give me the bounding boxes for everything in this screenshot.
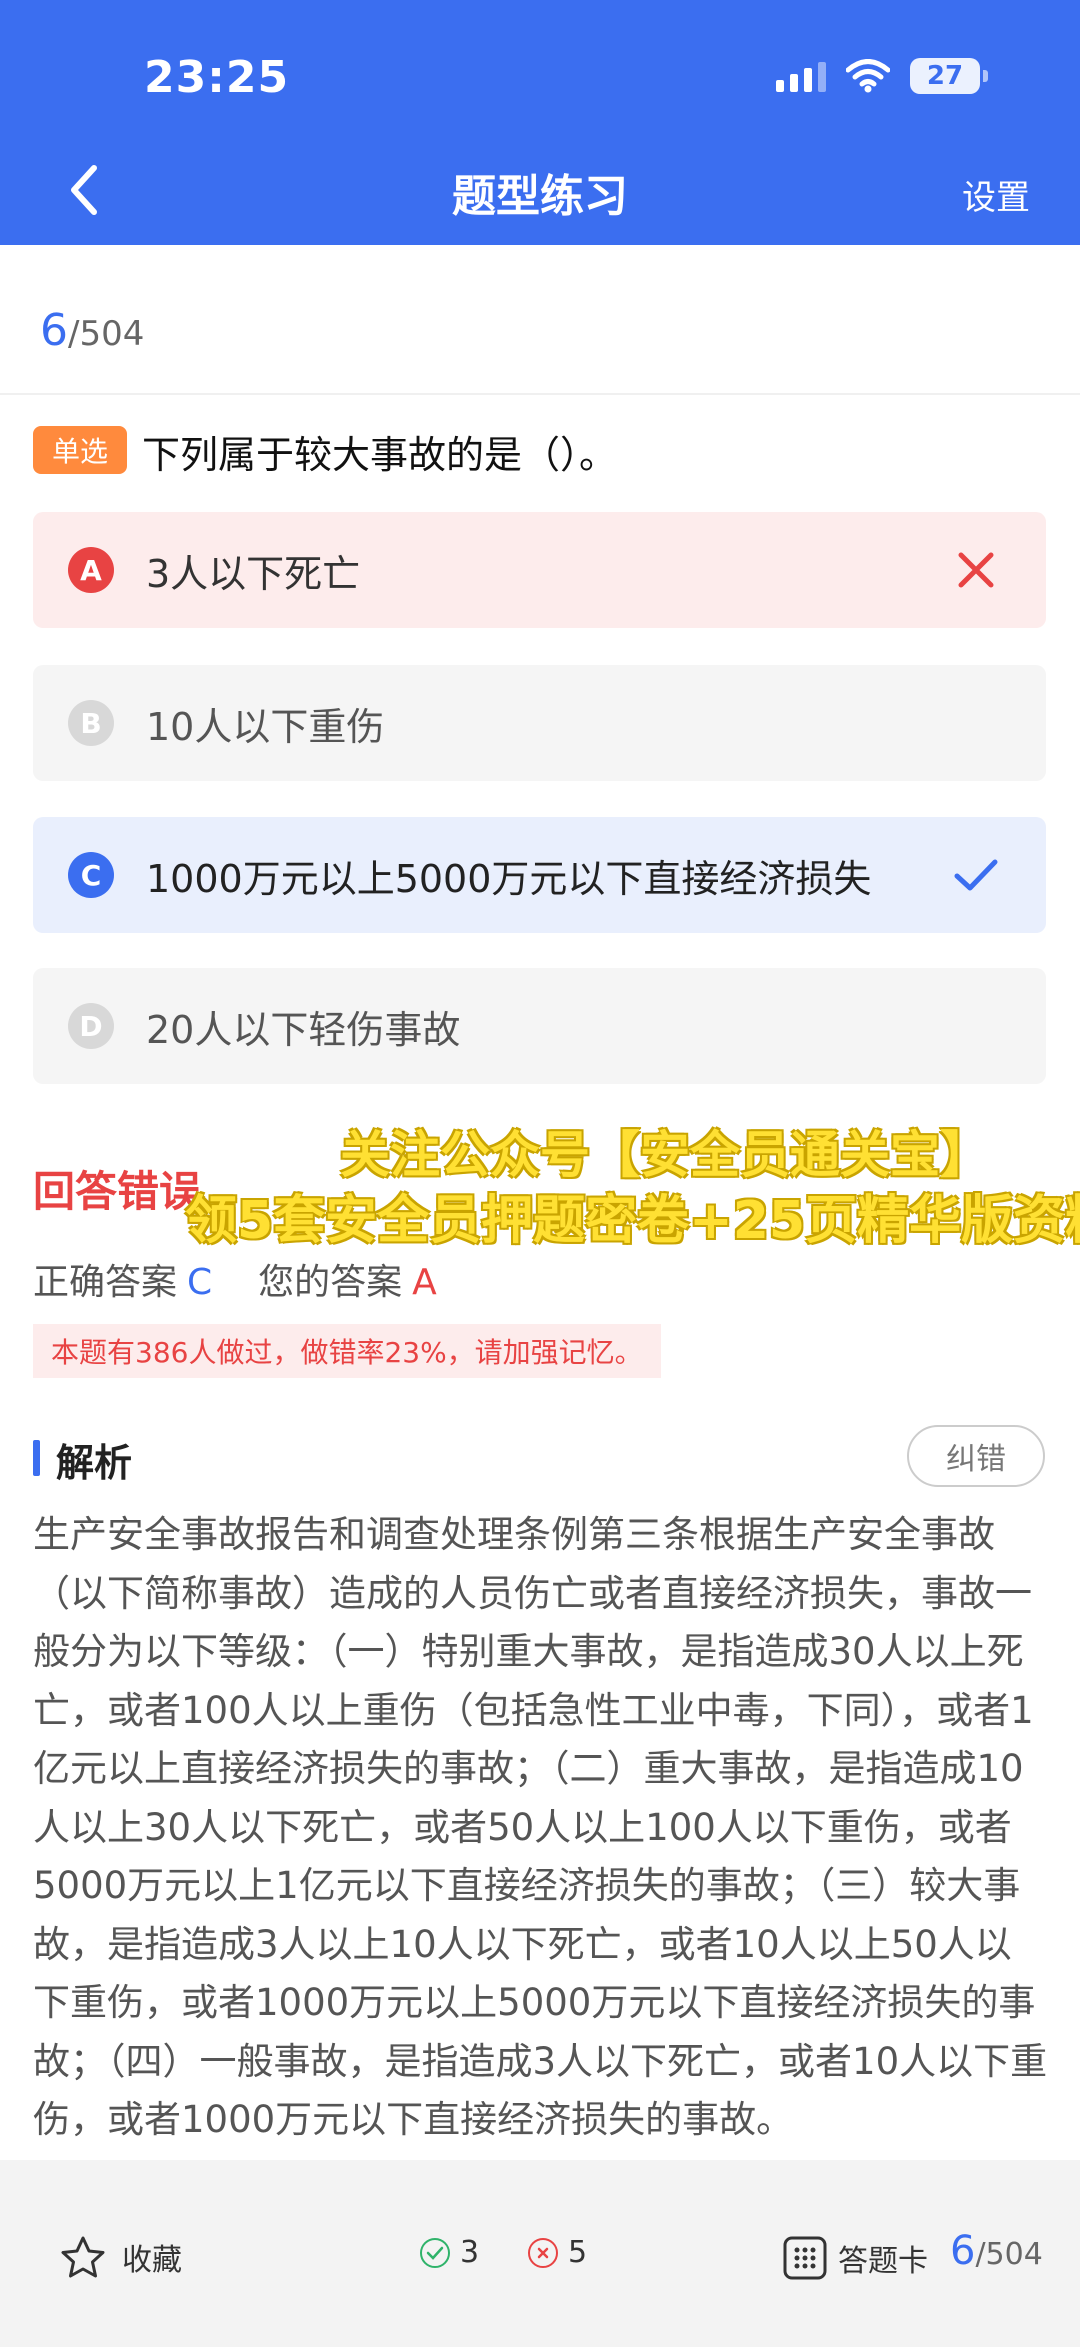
wrong-count-value: 5 xyxy=(568,2235,588,2270)
bottom-counter: 6/504 xyxy=(950,2228,1043,2274)
favorite-button[interactable]: 收藏 xyxy=(60,2235,182,2279)
top-bar: 23:25 27 题型练习 设置 xyxy=(0,0,1080,245)
option-letter: D xyxy=(68,1003,114,1049)
favorite-label: 收藏 xyxy=(122,2243,182,2278)
grid-icon xyxy=(783,2236,827,2280)
question-counter: 6/504 xyxy=(40,305,144,356)
watermark-line-2: 领5套安全员押题密卷+25页精华版资料 xyxy=(185,1191,1080,1251)
current-index: 6 xyxy=(40,305,68,356)
bottom-total-count: /504 xyxy=(975,2237,1043,2272)
analysis-text: 生产安全事故报告和调查处理条例第三条根据生产安全事故（以下简称事故）造成的人员伤… xyxy=(33,1513,1048,2141)
report-error-button[interactable]: 纠错 xyxy=(907,1425,1045,1487)
option-letter: B xyxy=(68,700,114,746)
answer-summary: 正确答案 C 您的答案 A xyxy=(33,1253,437,1305)
right-count-value: 3 xyxy=(460,2235,480,2270)
answer-card-button[interactable]: 答题卡 xyxy=(782,2235,928,2281)
cellular-signal-icon xyxy=(776,60,826,92)
correct-answer-label: 正确答案 xyxy=(33,1262,178,1303)
wrong-count: 5 xyxy=(528,2235,587,2270)
total-count: /504 xyxy=(68,314,145,354)
your-answer-label: 您的答案 xyxy=(258,1262,403,1303)
correct-answer-value: C xyxy=(187,1262,213,1303)
section-accent-bar xyxy=(33,1440,40,1476)
analysis-title: 解析 xyxy=(56,1441,133,1485)
wrong-circle-icon xyxy=(528,2237,558,2268)
option-a[interactable]: A 3人以下死亡 xyxy=(33,512,1046,628)
option-c[interactable]: C 1000万元以上5000万元以下直接经济损失 xyxy=(33,817,1046,933)
watermark-line-1: 关注公众号【安全员通关宝】 xyxy=(340,1126,990,1184)
result-title: 回答错误 xyxy=(33,1167,202,1216)
status-time: 23:25 xyxy=(144,52,290,103)
answer-card-label: 答题卡 xyxy=(838,2244,928,2279)
settings-button[interactable]: 设置 xyxy=(962,170,1030,219)
page-title: 题型练习 xyxy=(452,171,628,222)
your-answer-value: A xyxy=(412,1262,437,1303)
option-text: 20人以下轻伤事故 xyxy=(146,1007,461,1052)
question-text: 下列属于较大事故的是（）。 xyxy=(142,433,618,477)
star-icon xyxy=(61,2236,105,2278)
question-type-badge: 单选 xyxy=(33,426,127,474)
option-b[interactable]: B 10人以下重伤 xyxy=(33,665,1046,781)
option-letter: C xyxy=(68,852,114,898)
wifi-icon xyxy=(846,59,890,93)
error-rate-tip: 本题有386人做过，做错率23%，请加强记忆。 xyxy=(33,1324,661,1378)
divider xyxy=(0,393,1080,395)
battery-icon: 27 xyxy=(910,58,988,94)
correct-circle-icon xyxy=(420,2237,450,2268)
option-d[interactable]: D 20人以下轻伤事故 xyxy=(33,968,1046,1084)
option-text: 1000万元以上5000万元以下直接经济损失 xyxy=(146,856,872,901)
right-count: 3 xyxy=(420,2235,479,2270)
status-icons: 27 xyxy=(776,58,988,94)
option-text: 3人以下死亡 xyxy=(146,551,361,596)
bottom-current-index: 6 xyxy=(950,2228,976,2274)
cross-icon xyxy=(958,552,994,588)
option-letter: A xyxy=(68,547,114,593)
option-text: 10人以下重伤 xyxy=(146,704,385,749)
check-icon xyxy=(954,859,998,891)
